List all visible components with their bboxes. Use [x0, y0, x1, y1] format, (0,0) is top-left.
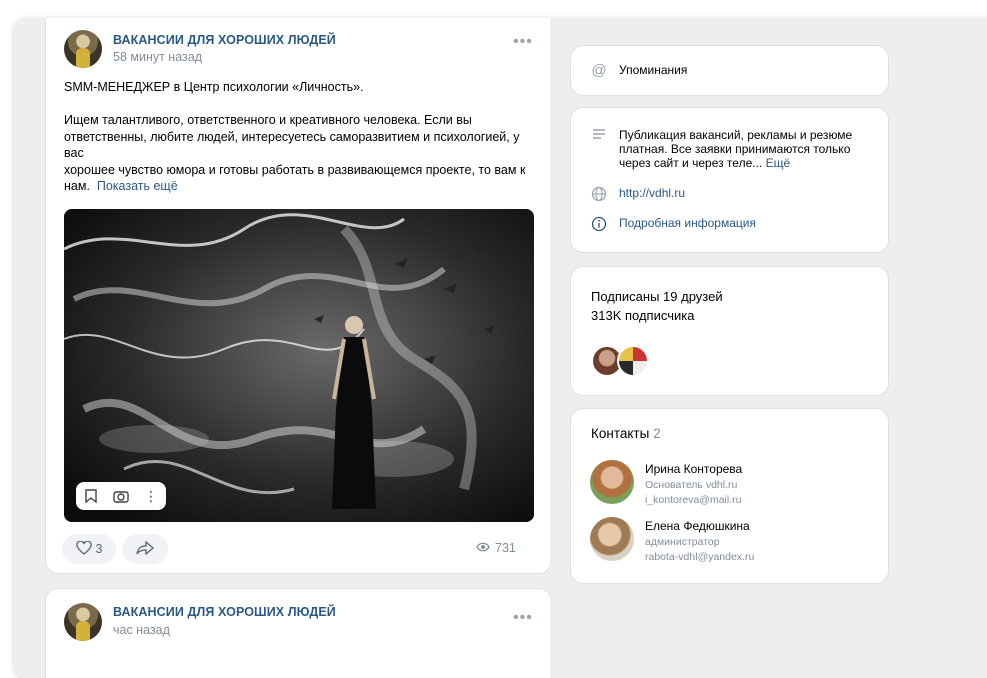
mentions-label: Упоминания: [619, 63, 688, 77]
contact-avatar[interactable]: [590, 460, 634, 504]
contact-role: Основатель vdhl.ru: [645, 479, 738, 491]
post-time[interactable]: 58 минут назад: [113, 50, 202, 64]
about-card: Публикация вакансий, рекламы и резюме пл…: [571, 108, 888, 252]
more-options-icon[interactable]: •••: [513, 609, 533, 627]
share-button[interactable]: [122, 534, 168, 564]
at-sign-icon: @: [591, 62, 607, 79]
contacts-title-text: Контакты: [591, 426, 650, 441]
post-body-line: нам.: [64, 179, 90, 193]
details-link[interactable]: Подробная информация: [619, 216, 756, 230]
contacts-count: 2: [653, 426, 661, 441]
post-card: ВАКАНСИИ ДЛЯ ХОРОШИХ ЛЮДЕЙ 58 минут наза…: [46, 18, 550, 573]
friend-avatar[interactable]: [617, 345, 649, 377]
post-image[interactable]: ⋮: [64, 209, 534, 522]
page-frame: ВАКАНСИИ ДЛЯ ХОРОШИХ ЛЮДЕЙ 58 минут наза…: [14, 18, 987, 678]
globe-icon: [591, 186, 607, 202]
post-title-line: SMM-МЕНЕДЖЕР в Центр психологии «Личност…: [64, 80, 364, 94]
about-text: Публикация вакансий, рекламы и резюме пл…: [619, 128, 852, 170]
about-more-link[interactable]: Ещё: [766, 156, 791, 170]
show-more-link[interactable]: Показать ещё: [97, 179, 178, 193]
image-toolbar: ⋮: [76, 482, 166, 510]
community-avatar[interactable]: [64, 30, 102, 68]
about-text-line: платная. Все заявки принимаются только: [619, 142, 851, 156]
description-icon: [591, 128, 607, 144]
info-icon: [591, 216, 607, 232]
post-body-line: ответственны, любите людей, интересуетес…: [64, 129, 520, 161]
followers-card[interactable]: Подписаны 19 друзей 313K подписчика: [571, 267, 888, 395]
feed-column: ВАКАНСИИ ДЛЯ ХОРОШИХ ЛЮДЕЙ 58 минут наза…: [14, 18, 550, 678]
post-photo-artwork: [64, 209, 534, 522]
about-text-line: через сайт и через теле...: [619, 156, 763, 170]
contact-avatar[interactable]: [590, 517, 634, 561]
likes-count: 3: [95, 542, 103, 556]
post-card: ВАКАНСИИ ДЛЯ ХОРОШИХ ЛЮДЕЙ час назад •••: [46, 589, 550, 678]
more-options-icon[interactable]: •••: [513, 33, 533, 51]
about-text-line: Публикация вакансий, рекламы и резюме: [619, 128, 853, 142]
post-time[interactable]: час назад: [113, 623, 170, 637]
contacts-title: Контакты 2: [591, 426, 661, 441]
post-body-line: Ищем талантливого, ответственного и креа…: [64, 113, 472, 127]
website-link[interactable]: http://vdhl.ru: [619, 186, 685, 200]
like-button[interactable]: 3: [62, 534, 116, 564]
post-author[interactable]: ВАКАНСИИ ДЛЯ ХОРОШИХ ЛЮДЕЙ: [113, 605, 336, 619]
heart-icon: [75, 539, 92, 558]
more-vertical-icon[interactable]: ⋮: [136, 482, 166, 510]
friends-following[interactable]: Подписаны 19 друзей: [591, 289, 723, 304]
views-count: 731: [495, 541, 516, 555]
contact-email: rabota-vdhl@yandex.ru: [645, 551, 755, 563]
camera-search-icon[interactable]: [106, 482, 136, 510]
post-author[interactable]: ВАКАНСИИ ДЛЯ ХОРОШИХ ЛЮДЕЙ: [113, 33, 336, 47]
views: 731: [476, 541, 516, 555]
contact-name[interactable]: Елена Федюшкина: [645, 519, 750, 533]
bookmark-icon[interactable]: [76, 482, 106, 510]
followers-count[interactable]: 313K подписчика: [591, 308, 694, 323]
contacts-card: Контакты 2 Ирина Конторева Основатель vd…: [571, 409, 888, 583]
mentions-card[interactable]: @ Упоминания: [571, 46, 888, 95]
contact-name[interactable]: Ирина Конторева: [645, 462, 742, 476]
contact-role: администратор: [645, 536, 720, 548]
post-body-line-last: нам. Показать ещё: [64, 178, 539, 195]
post-body-line: хорошее чувство юмора и готовы работать …: [64, 162, 526, 177]
share-icon: [136, 539, 155, 558]
contact-email: i_kontoreva@mail.ru: [645, 494, 742, 506]
post-body: Ищем талантливого, ответственного и креа…: [64, 112, 539, 195]
eye-icon: [476, 541, 490, 555]
community-avatar[interactable]: [64, 603, 102, 641]
